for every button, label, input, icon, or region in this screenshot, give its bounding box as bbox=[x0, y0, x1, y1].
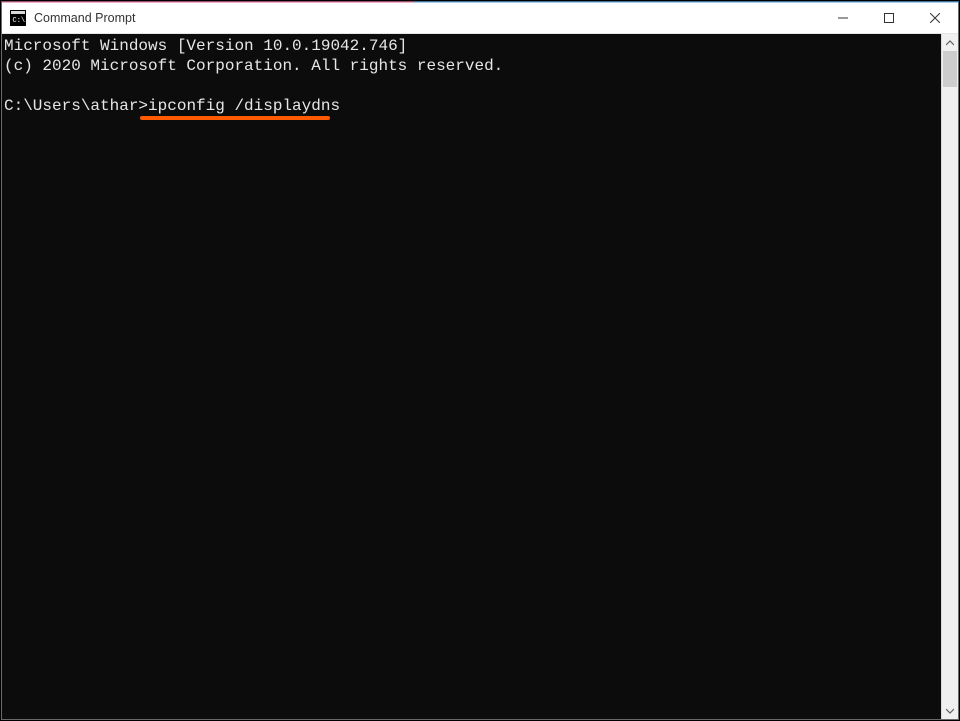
minimize-button[interactable] bbox=[820, 2, 866, 33]
close-button[interactable] bbox=[912, 2, 958, 33]
terminal-output[interactable]: Microsoft Windows [Version 10.0.19042.74… bbox=[2, 34, 941, 719]
window-frame: C:\ Command Prompt Microsoft Windows [Ve… bbox=[1, 1, 959, 720]
terminal-prompt-line: C:\Users\athar>ipconfig /displaydns bbox=[4, 96, 941, 116]
prompt-text: C:\Users\athar> bbox=[4, 97, 148, 115]
terminal-blank-line bbox=[4, 76, 941, 96]
scroll-track[interactable] bbox=[942, 51, 958, 702]
maximize-button[interactable] bbox=[866, 2, 912, 33]
terminal-line: (c) 2020 Microsoft Corporation. All righ… bbox=[4, 56, 941, 76]
terminal-line: Microsoft Windows [Version 10.0.19042.74… bbox=[4, 36, 941, 56]
client-area: Microsoft Windows [Version 10.0.19042.74… bbox=[2, 34, 958, 719]
scroll-down-button[interactable] bbox=[942, 702, 958, 719]
scroll-thumb[interactable] bbox=[943, 51, 957, 87]
svg-text:C:\: C:\ bbox=[13, 17, 26, 25]
command-text: ipconfig /displaydns bbox=[148, 97, 340, 115]
window-controls bbox=[820, 2, 958, 33]
window-title: Command Prompt bbox=[34, 11, 820, 25]
vertical-scrollbar[interactable] bbox=[941, 34, 958, 719]
titlebar[interactable]: C:\ Command Prompt bbox=[2, 2, 958, 34]
scroll-up-button[interactable] bbox=[942, 34, 958, 51]
cmd-icon: C:\ bbox=[10, 10, 26, 26]
highlight-underline bbox=[140, 116, 330, 120]
